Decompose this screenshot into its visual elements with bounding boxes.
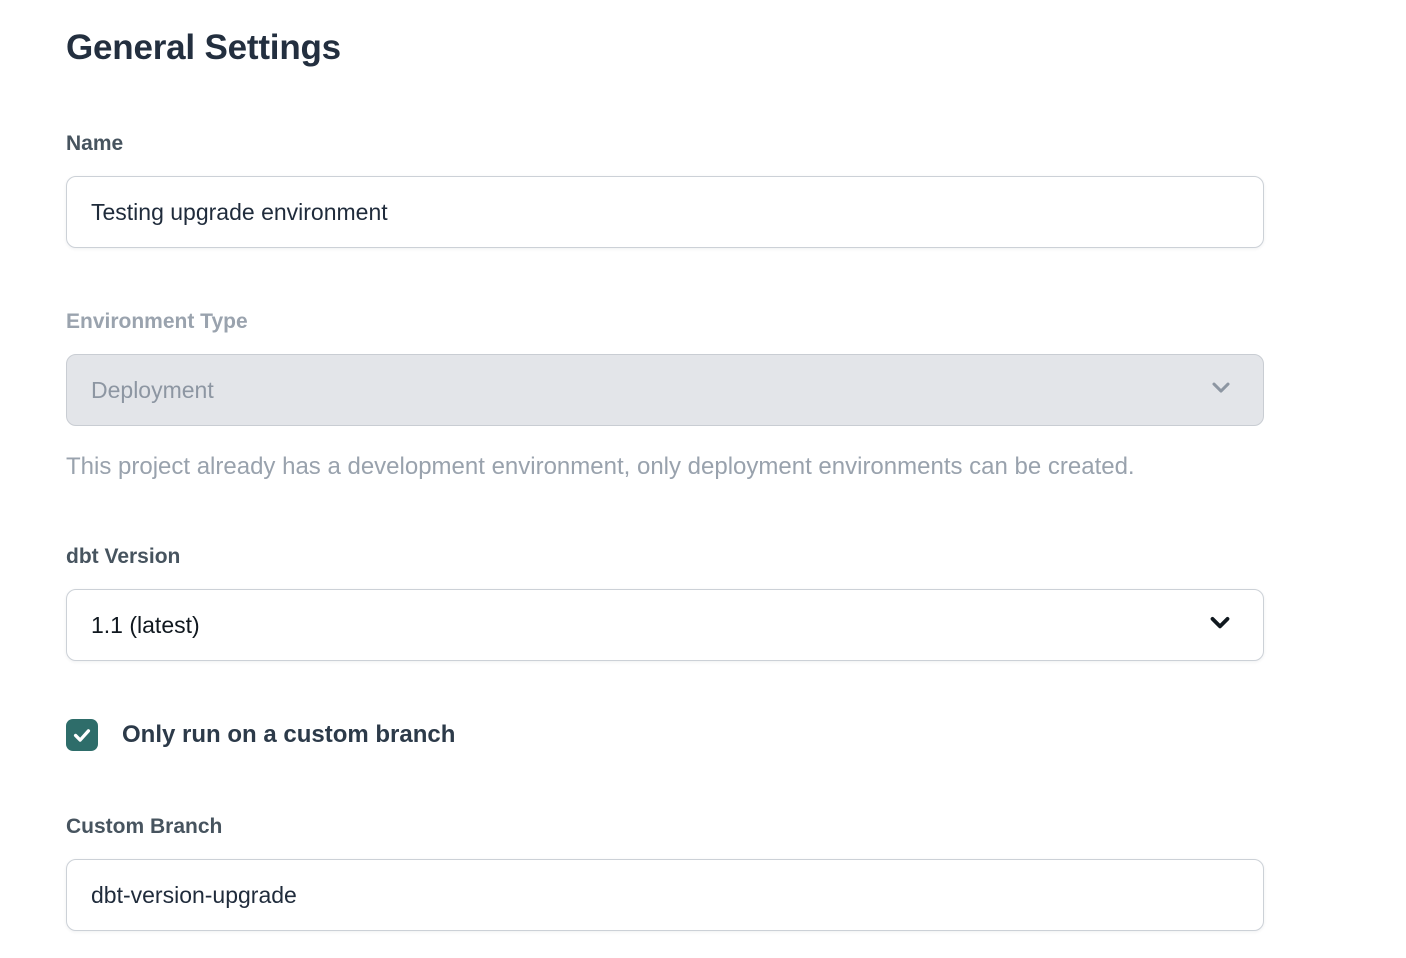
dbt-version-value: 1.1 (latest) (91, 612, 200, 639)
chevron-down-icon (1207, 373, 1235, 407)
dbt-version-select[interactable]: 1.1 (latest) (66, 589, 1264, 661)
name-field-group: Name (66, 132, 1264, 248)
custom-branch-checkbox-row[interactable]: Only run on a custom branch (66, 719, 1264, 751)
environment-type-label: Environment Type (66, 310, 1264, 334)
page-title: General Settings (66, 26, 1264, 70)
environment-type-field-group: Environment Type Deployment This project… (66, 310, 1264, 481)
name-label: Name (66, 132, 1264, 156)
dbt-version-label: dbt Version (66, 545, 1264, 569)
custom-branch-checkbox[interactable] (66, 719, 98, 751)
dbt-version-field-group: dbt Version 1.1 (latest) (66, 545, 1264, 661)
environment-type-helper-text: This project already has a development e… (66, 452, 1264, 481)
custom-branch-label: Custom Branch (66, 815, 1264, 839)
custom-branch-input[interactable] (66, 859, 1264, 931)
custom-branch-field-group: Custom Branch (66, 815, 1264, 931)
environment-type-select: Deployment (66, 354, 1264, 426)
name-input[interactable] (66, 176, 1264, 248)
environment-type-value: Deployment (91, 377, 214, 404)
custom-branch-checkbox-label: Only run on a custom branch (122, 721, 455, 749)
chevron-down-icon (1205, 607, 1235, 643)
general-settings-page: General Settings Name Environment Type D… (0, 0, 1330, 931)
check-icon (71, 724, 93, 746)
